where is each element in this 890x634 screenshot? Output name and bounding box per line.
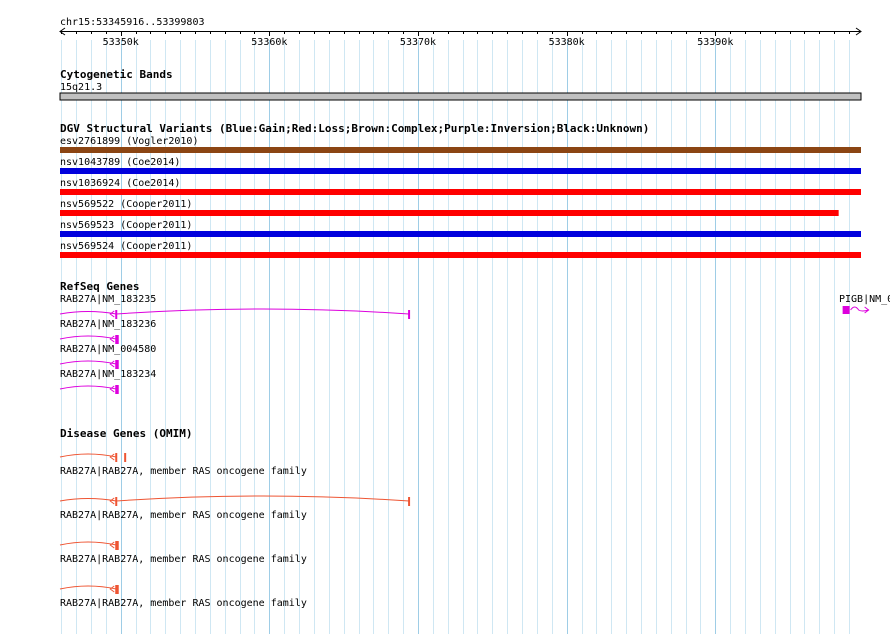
dgv-variant[interactable]: nsv569524 (Cooper2011) — [60, 241, 861, 258]
dgv-variant-bar[interactable] — [60, 168, 861, 174]
track-title-cytoband: Cytogenetic Bands — [60, 68, 173, 81]
dgv-variant-study: (Coe2014) — [126, 157, 180, 168]
dgv-variant-id: nsv569524 — [60, 241, 114, 252]
ruler-tick-label: 53360k — [251, 37, 287, 48]
gene-intron — [59, 360, 117, 365]
dgv-variant-study: (Vogler2010) — [126, 136, 198, 147]
refseq-genes[interactable]: RAB27A|NM_183235 RAB27A|NM_183236 RAB27A|N… — [59, 294, 411, 394]
refseq-gene[interactable]: RAB27A|NM_183234 — [59, 369, 156, 394]
gene-exon — [116, 585, 119, 594]
strand-arrow-icon — [109, 335, 115, 343]
dgv-variant-label: nsv1036924 (Coe2014) — [60, 178, 180, 189]
track-title-omim: Disease Genes (OMIM) — [60, 427, 192, 440]
refseq-gene-pigb[interactable]: PIGB|NM_0 — [839, 294, 890, 314]
gene-exon — [115, 497, 118, 506]
gene-label: RAB27A|NM_183234 — [60, 369, 156, 380]
omim-gene-label: RAB27A|RAB27A, member RAS oncogene famil… — [60, 598, 307, 609]
gene-label: RAB27A|NM_004580 — [60, 344, 156, 355]
ruler-tick-label: 53380k — [549, 37, 585, 48]
dgv-variant-id: nsv1043789 — [60, 157, 120, 168]
refseq-gene[interactable]: RAB27A|NM_183235 — [59, 294, 411, 319]
strand-arrow-icon — [109, 453, 115, 461]
dgv-variant-bar[interactable] — [60, 147, 861, 153]
strand-arrow-icon — [109, 541, 115, 549]
track-disease-genes-omim[interactable]: Disease Genes (OMIM) RAB27A|RAB27A, memb… — [59, 427, 411, 609]
dgv-variant-label: esv2761899 (Vogler2010) — [60, 136, 198, 147]
strand-arrow-icon — [109, 360, 115, 368]
gene-exon — [115, 310, 118, 319]
dgv-variant-label: nsv569523 (Cooper2011) — [60, 220, 192, 231]
dgv-variant-label: nsv1043789 (Coe2014) — [60, 157, 180, 168]
gene-exon — [408, 310, 411, 319]
dgv-variant-bar[interactable] — [60, 252, 861, 258]
cytoband-bar[interactable] — [59, 92, 862, 101]
omim-genes[interactable]: RAB27A|RAB27A, member RAS oncogene famil… — [59, 453, 411, 609]
dgv-variant[interactable]: esv2761899 (Vogler2010) — [60, 136, 861, 153]
dgv-variant-bar[interactable] — [60, 210, 839, 216]
gene-exon — [116, 541, 119, 550]
refseq-gene[interactable]: RAB27A|NM_183236 — [59, 319, 156, 344]
dgv-variant-id: nsv569522 — [60, 199, 114, 210]
gene-intron — [59, 585, 117, 590]
cytoband-15q21-3[interactable] — [59, 92, 862, 101]
omim-gene-label: RAB27A|RAB27A, member RAS oncogene famil… — [60, 554, 307, 565]
dgv-variant-bar[interactable] — [60, 189, 861, 195]
dgv-variant-study: (Cooper2011) — [120, 241, 192, 252]
gene-intron — [59, 335, 117, 340]
gene-exon — [116, 385, 119, 394]
ruler-tick-label: 53390k — [697, 37, 733, 48]
ruler-axis — [59, 27, 862, 36]
dgv-variant-label: nsv569522 (Cooper2011) — [60, 199, 192, 210]
gene-intron — [59, 453, 117, 458]
dgv-variant-study: (Cooper2011) — [120, 220, 192, 231]
gene-intron — [59, 498, 117, 502]
gene-intron — [116, 495, 410, 502]
track-title-refseq: RefSeq Genes — [60, 280, 139, 293]
dgv-variant-bar[interactable] — [60, 231, 861, 237]
gene-label-pigb: PIGB|NM_0 — [839, 294, 890, 305]
gene-intron — [59, 385, 117, 390]
omim-gene-label: RAB27A|RAB27A, member RAS oncogene famil… — [60, 510, 307, 521]
strand-arrow-icon — [109, 585, 115, 593]
dgv-variant[interactable]: nsv1043789 (Coe2014) — [60, 157, 861, 174]
strand-arrow-icon — [109, 385, 115, 393]
gene-exon — [116, 335, 119, 344]
gene-exon — [408, 497, 411, 506]
dgv-variant[interactable]: nsv569523 (Cooper2011) — [60, 220, 861, 237]
gene-intron — [59, 311, 117, 315]
gene-exon — [115, 453, 118, 462]
track-refseq-genes[interactable]: RefSeq Genes RAB27A|NM_183235RAB27A|NM_1… — [59, 280, 890, 394]
gene-exon — [124, 453, 127, 462]
genome-browser-view: chr15:53345916..53399803 53350k 53360k 533… — [59, 17, 890, 634]
dgv-variant[interactable]: nsv1036924 (Coe2014) — [60, 178, 861, 195]
dgv-variant-id: nsv1036924 — [60, 178, 120, 189]
cytoband-label: 15q21.3 — [60, 82, 102, 93]
gene-exon — [116, 360, 119, 369]
omim-gene[interactable]: RAB27A|RAB27A, member RAS oncogene famil… — [59, 495, 411, 521]
gene-label: RAB27A|NM_183236 — [60, 319, 156, 330]
track-title-dgv: DGV Structural Variants (Blue:Gain;Red:L… — [60, 122, 649, 135]
refseq-gene[interactable]: RAB27A|NM_004580 — [59, 344, 156, 369]
gene-intron — [116, 308, 410, 315]
gene-label: RAB27A|NM_183235 — [60, 294, 156, 305]
region-label: chr15:53345916..53399803 — [60, 17, 205, 28]
dgv-variant-study: (Coe2014) — [126, 178, 180, 189]
omim-gene-label: RAB27A|RAB27A, member RAS oncogene famil… — [60, 466, 307, 477]
dgv-variant-id: nsv569523 — [60, 220, 114, 231]
ruler-ticks: 53350k 53360k 53370k 53380k 53390k — [103, 37, 734, 48]
dgv-variant-id: esv2761899 — [60, 136, 120, 147]
ruler-tick-label: 53350k — [103, 37, 139, 48]
gene-exon — [842, 306, 850, 314]
ruler-tick-label: 53370k — [400, 37, 436, 48]
dgv-variant[interactable]: nsv569522 (Cooper2011) — [60, 199, 839, 216]
gene-intron — [59, 541, 117, 546]
dgv-variant-label: nsv569524 (Cooper2011) — [60, 241, 192, 252]
dgv-variant-study: (Cooper2011) — [120, 199, 192, 210]
